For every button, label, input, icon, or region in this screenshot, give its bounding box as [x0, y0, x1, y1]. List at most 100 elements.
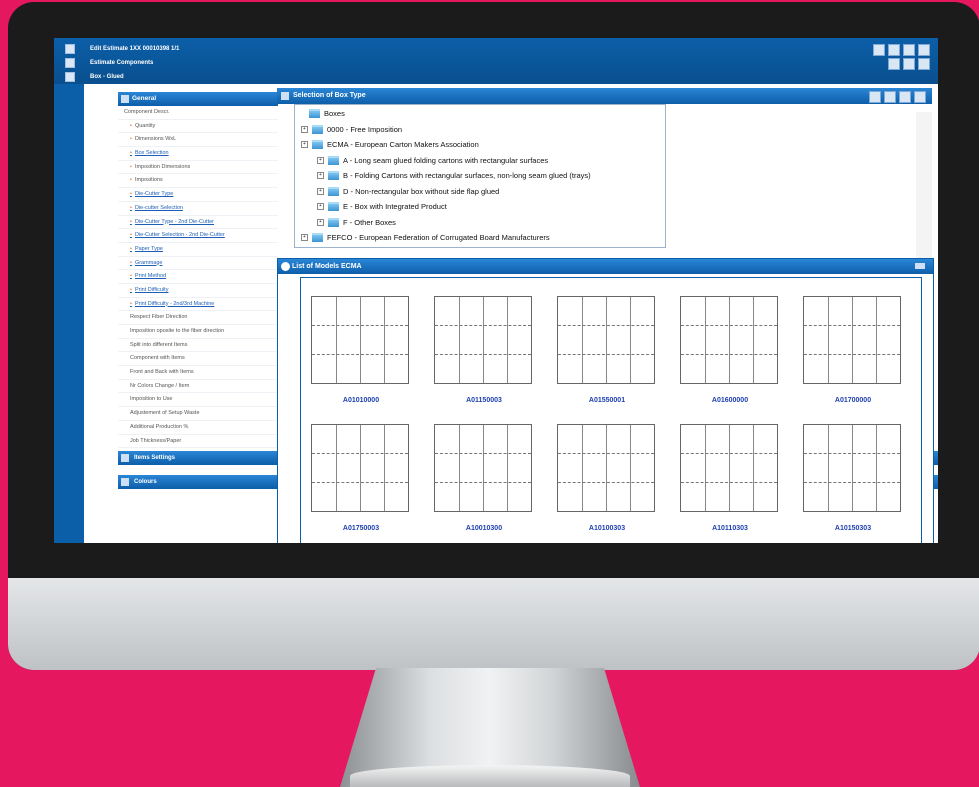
- minimize-icon[interactable]: [899, 91, 911, 103]
- general-item[interactable]: Respect Fiber Direction: [118, 311, 278, 325]
- folder-icon: [312, 140, 323, 149]
- box-diagram: [434, 296, 532, 384]
- general-item[interactable]: Print Difficulty - 2nd/3rd Machine: [118, 298, 278, 312]
- folder-icon: [328, 155, 339, 165]
- tree-node[interactable]: + ECMA - European Carton Makers Associati…: [301, 140, 479, 149]
- tree-node[interactable]: +0000 - Free Imposition: [301, 124, 402, 134]
- model-card[interactable]: A01150003: [424, 286, 544, 406]
- toolbar-components[interactable]: Estimate Components: [90, 60, 153, 66]
- tree-icon[interactable]: [65, 58, 75, 68]
- folder-icon: [328, 202, 339, 211]
- settings-icon[interactable]: [918, 44, 930, 56]
- general-item[interactable]: Paper Type: [118, 243, 278, 257]
- models-grid: A01010000 A01150003 A01550001 A01600000 A017…: [300, 277, 922, 543]
- model-label: A01550001: [588, 397, 626, 404]
- box-diagram: [311, 424, 409, 512]
- general-item[interactable]: Die-Cutter Type: [118, 188, 278, 202]
- model-card[interactable]: A01010000: [301, 286, 421, 406]
- general-item[interactable]: Grammage: [118, 257, 278, 271]
- general-header[interactable]: General: [118, 92, 278, 106]
- tree-node[interactable]: Boxes: [309, 109, 345, 118]
- tree-node-label: A - Long seam glued folding cartons with…: [343, 155, 549, 165]
- general-item[interactable]: Job Thickness/Paper: [118, 435, 278, 449]
- expand-icon[interactable]: +: [301, 125, 308, 133]
- print-icon[interactable]: [888, 44, 900, 56]
- model-card[interactable]: A10010300: [424, 414, 544, 534]
- next-icon[interactable]: [869, 91, 881, 103]
- general-item[interactable]: Front and Back with Items: [118, 366, 278, 380]
- folder-icon: [309, 109, 320, 118]
- folder-icon: [328, 186, 339, 196]
- tree-node[interactable]: + B - Folding Cartons with rectangular su…: [317, 171, 591, 180]
- box-diagram: [557, 296, 655, 384]
- general-item[interactable]: Imposition Dimensions: [118, 161, 278, 175]
- folder-icon: [328, 217, 339, 227]
- general-item[interactable]: Print Method: [118, 270, 278, 284]
- refresh-icon[interactable]: [903, 58, 915, 70]
- tree-node[interactable]: + A - Long seam glued folding cartons wit…: [317, 155, 549, 165]
- box-diagram: [803, 424, 901, 512]
- folder-icon: [312, 233, 323, 242]
- general-item[interactable]: Imposition to Use: [118, 393, 278, 408]
- toolbar-box-type[interactable]: Box - Glued: [90, 74, 124, 80]
- model-card[interactable]: A01600000: [670, 286, 790, 406]
- general-item[interactable]: Die-Cutter Type - 2nd Die-Cutter: [118, 216, 278, 230]
- general-item[interactable]: Nr Colors Change / Item: [118, 380, 278, 394]
- collapse-icon[interactable]: [915, 263, 925, 269]
- box-type-selection-panel: Selection of Box Type Boxes +0000 - Free …: [277, 88, 932, 262]
- model-label: A10010300: [465, 525, 503, 532]
- general-item[interactable]: Component with Items: [118, 352, 278, 367]
- expand-icon[interactable]: +: [317, 218, 324, 226]
- general-item[interactable]: Component Descr.: [118, 106, 278, 120]
- general-item[interactable]: Print Difficulty: [118, 284, 278, 298]
- tree-node[interactable]: + E - Box with Integrated Product: [317, 202, 447, 211]
- expand-icon[interactable]: +: [317, 203, 324, 210]
- general-item[interactable]: Additional Production %: [118, 421, 278, 435]
- general-item[interactable]: Impositions: [118, 174, 278, 189]
- model-card[interactable]: A01750003: [301, 414, 421, 534]
- model-label: A10110303: [712, 525, 748, 532]
- general-item[interactable]: Split into different Items: [118, 339, 278, 353]
- tree-node-label: FEFCO - European Federation of Corrugate…: [327, 233, 550, 242]
- help-icon[interactable]: [914, 91, 926, 103]
- model-card[interactable]: A10100303: [547, 414, 667, 534]
- edit-icon[interactable]: [65, 44, 75, 54]
- model-label: A01010000: [342, 397, 380, 404]
- general-item[interactable]: Box Selection: [118, 147, 278, 161]
- expand-icon[interactable]: +: [317, 172, 324, 179]
- model-card[interactable]: A10110303: [670, 414, 790, 534]
- general-item[interactable]: Quantity: [118, 120, 278, 134]
- general-item[interactable]: Die-Cutter Selection - 2nd Die-Cutter: [118, 229, 278, 243]
- box-diagram: [434, 424, 532, 512]
- model-card[interactable]: A01550001: [547, 286, 667, 406]
- expand-icon[interactable]: +: [317, 187, 324, 195]
- general-item[interactable]: Dimensions WxL: [118, 133, 278, 148]
- last-icon[interactable]: [884, 91, 896, 103]
- top-toolbar: Edit Estimate 1XX 00010398 1/1 Estimate …: [54, 38, 938, 84]
- export-icon[interactable]: [888, 58, 900, 70]
- model-card[interactable]: A10150303: [793, 414, 913, 534]
- models-header: List of Models ECMA: [278, 259, 933, 274]
- list-icon[interactable]: [918, 58, 930, 70]
- tree-node[interactable]: + F - Other Boxes: [317, 217, 396, 227]
- tree-node-label: Boxes: [324, 109, 345, 118]
- save-icon[interactable]: [873, 44, 885, 56]
- monitor-stand-base: [350, 765, 630, 787]
- general-item[interactable]: Die-cutter Selection: [118, 202, 278, 216]
- expand-icon[interactable]: +: [301, 141, 308, 148]
- model-label: A01750003: [342, 525, 380, 532]
- general-item[interactable]: Adjustement of Setup Waste: [118, 407, 278, 421]
- tree-node-label: ECMA - European Carton Makers Associatio…: [327, 140, 479, 149]
- tree-node[interactable]: + D - Non-rectangular box without side fl…: [317, 186, 499, 196]
- box-diagram: [803, 296, 901, 384]
- general-item[interactable]: Imposition oposite to the fiber directio…: [118, 325, 278, 339]
- app-screen: Edit Estimate 1XX 00010398 1/1 Estimate …: [54, 38, 938, 543]
- toolbar-title: Edit Estimate 1XX 00010398 1/1: [90, 46, 180, 52]
- copy-icon[interactable]: [903, 44, 915, 56]
- box-icon[interactable]: [65, 72, 75, 82]
- tree-node[interactable]: + FEFCO - European Federation of Corrugat…: [301, 233, 550, 242]
- model-card[interactable]: A01700000: [793, 286, 913, 406]
- expand-icon[interactable]: +: [301, 234, 308, 241]
- models-panel: List of Models ECMA A01010000 A01150003 A0…: [277, 258, 934, 543]
- expand-icon[interactable]: +: [317, 156, 324, 164]
